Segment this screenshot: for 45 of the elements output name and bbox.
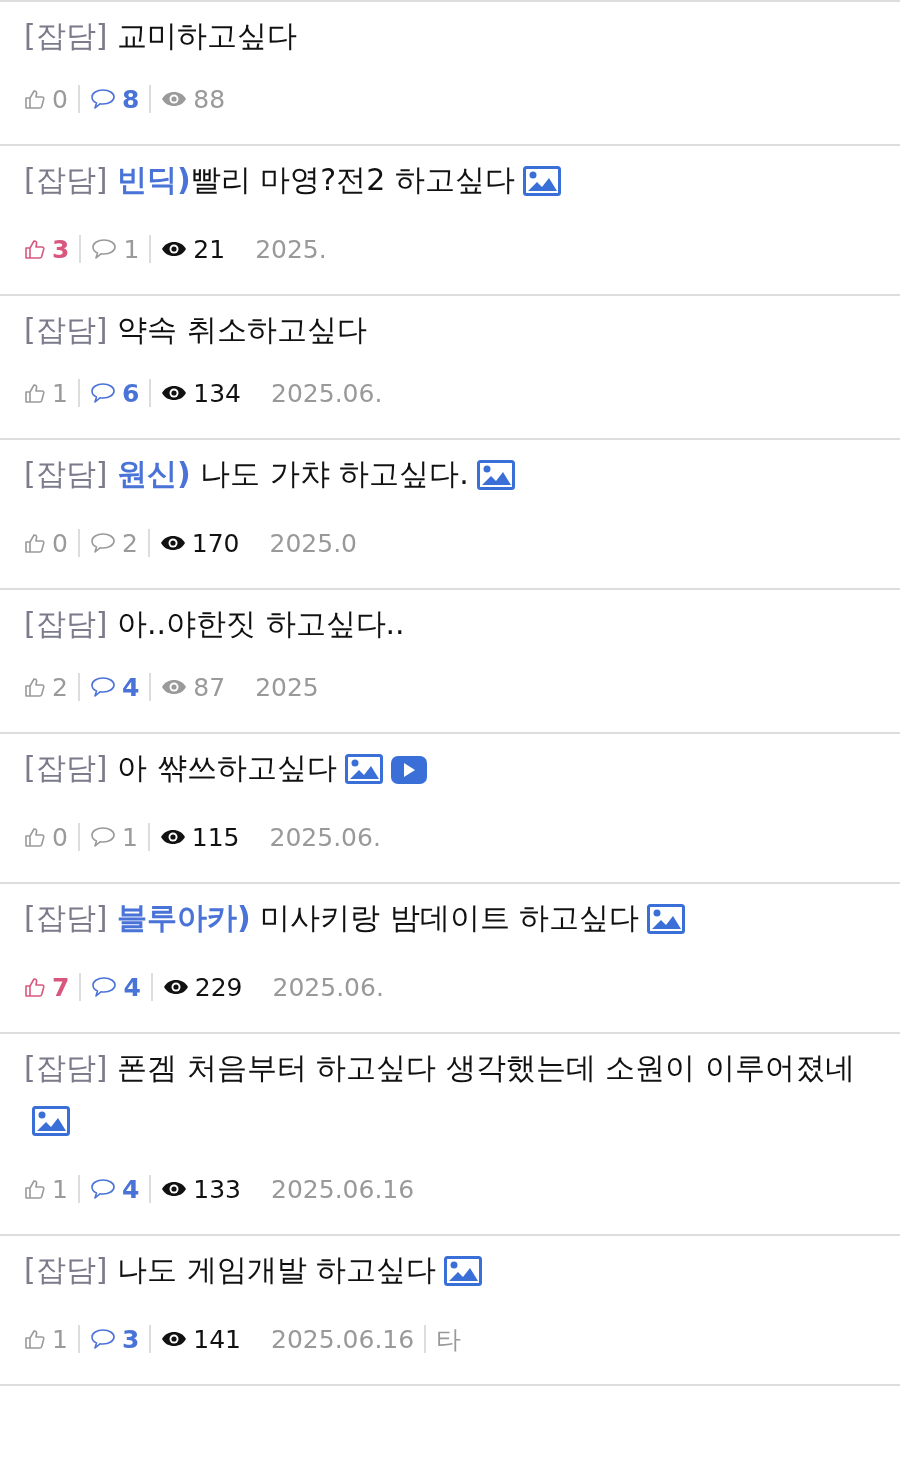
view-count: 21 <box>193 234 226 264</box>
post-title[interactable]: [잡담] 블루아카) 미사키랑 밤데이트 하고싶다 <box>24 900 640 935</box>
author-name: 타 <box>436 1323 462 1356</box>
like-count: 7 <box>52 972 70 1002</box>
post-date: 2025.06. <box>269 822 381 852</box>
post-title[interactable]: [잡담] 교미하고싶다 <box>24 18 297 53</box>
post-title[interactable]: [잡담] 아..야한짓 하고싶다.. <box>24 606 405 641</box>
comment-count: 3 <box>121 1324 140 1354</box>
like-count: 1 <box>52 378 68 408</box>
comment-count: 4 <box>121 1174 140 1204</box>
post-date: 2025. <box>255 234 327 264</box>
post-title[interactable]: [잡담] 나도 게임개발 하고싶다 <box>24 1252 437 1287</box>
like-count: 3 <box>52 234 70 264</box>
post-date: 2025.06.16 <box>271 1174 415 1204</box>
post-date: 2025.06. <box>271 378 383 408</box>
view-count: 115 <box>191 822 240 852</box>
comment-count: 4 <box>123 972 141 1002</box>
post-title[interactable]: [잡담] 약속 취소하고싶다 <box>24 312 367 347</box>
comment-count: 6 <box>121 378 140 408</box>
like-count: 1 <box>52 1174 68 1204</box>
view-count: 141 <box>193 1324 242 1354</box>
like-count: 0 <box>52 822 68 852</box>
view-count: 134 <box>193 378 242 408</box>
like-count: 0 <box>52 84 68 114</box>
like-count: 2 <box>52 672 68 702</box>
post-date: 2025.0 <box>269 528 357 558</box>
comment-count: 1 <box>123 234 140 264</box>
view-count: 87 <box>193 672 226 702</box>
comment-count: 2 <box>121 528 138 558</box>
post-date: 2025.06.16 <box>271 1324 415 1354</box>
post-date: 2025 <box>255 672 319 702</box>
view-count: 88 <box>193 84 226 114</box>
like-count: 0 <box>52 528 68 558</box>
view-count: 133 <box>193 1174 242 1204</box>
post-title[interactable]: [잡담] 아 쌲쓰하고싶다 <box>24 750 337 785</box>
post-title[interactable]: [잡담] 폰겜 처음부터 하고싶다 생각했는데 소원이 이루어졌네 <box>24 1050 855 1085</box>
post-title[interactable]: [잡담] 빈딕)빨리 마영?전2 하고싶다 <box>24 162 515 197</box>
comment-count: 1 <box>121 822 138 852</box>
like-count: 1 <box>52 1324 68 1354</box>
view-count: 229 <box>194 972 243 1002</box>
comment-count: 8 <box>121 84 140 114</box>
post-title[interactable]: [잡담] 원신) 나도 가챠 하고싶다. <box>24 456 469 491</box>
view-count: 170 <box>191 528 240 558</box>
comment-count: 4 <box>121 672 140 702</box>
post-date: 2025.06. <box>272 972 384 1002</box>
